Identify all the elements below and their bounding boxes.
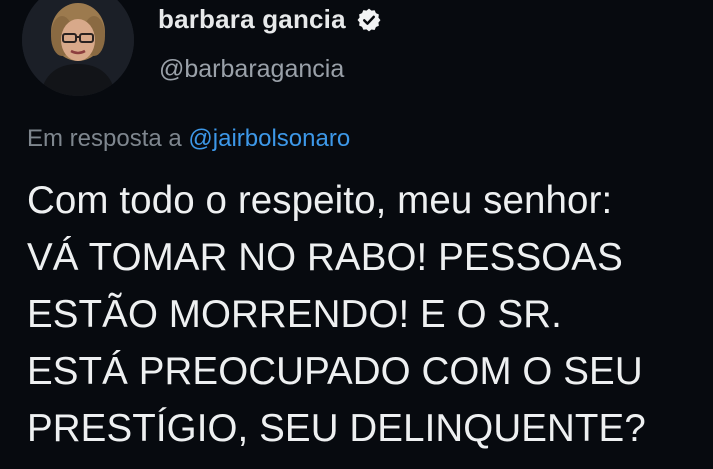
tweet-line: PRESTÍGIO, SEU DELINQUENTE? (27, 407, 646, 450)
reply-prefix: Em resposta a (27, 125, 182, 152)
avatar[interactable] (22, 0, 134, 96)
author-handle[interactable]: @barbaragancia (159, 55, 344, 84)
tweet-line: VÁ TOMAR NO RABO! PESSOAS (27, 236, 623, 279)
tweet-line: ESTÃO MORRENDO! E O SR. (27, 293, 562, 336)
verified-badge-icon (356, 7, 382, 33)
avatar-image (22, 0, 134, 96)
reply-mention-link[interactable]: @jairbolsonaro (188, 125, 350, 152)
author-name-row: barbara gancia (158, 4, 382, 35)
tweet-line: ESTÁ PREOCUPADO COM O SEU (27, 350, 643, 393)
tweet-line: Com todo o respeito, meu senhor: (27, 179, 613, 222)
reply-context: Em resposta a @jairbolsonaro (27, 125, 350, 153)
tweet-card: barbara gancia @barbaragancia Em respost… (0, 0, 713, 469)
author-display-name[interactable]: barbara gancia (158, 4, 346, 35)
tweet-body: Com todo o respeito, meu senhor: VÁ TOMA… (27, 172, 707, 457)
